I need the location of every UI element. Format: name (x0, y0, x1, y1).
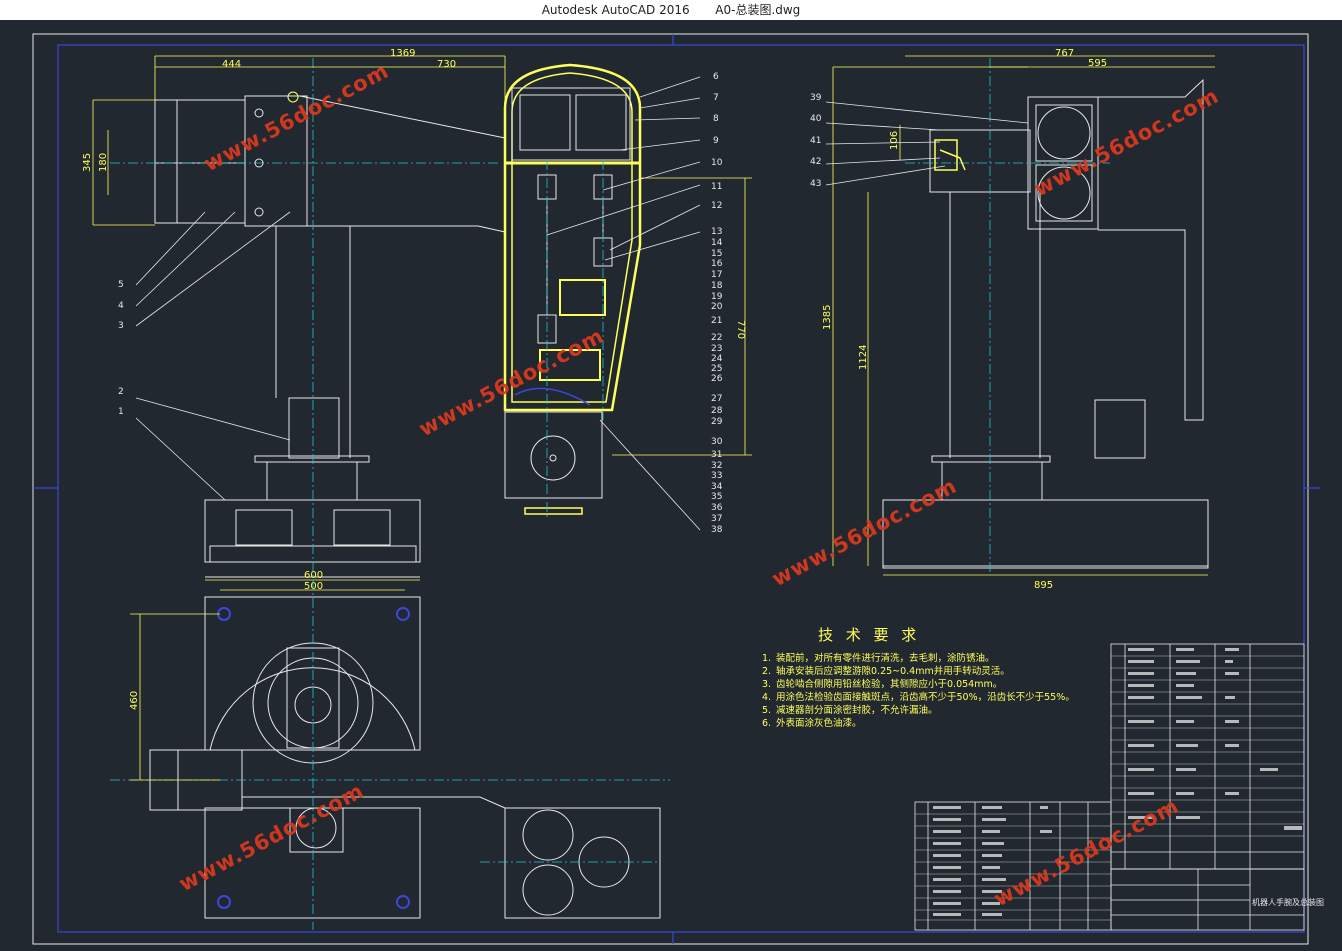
part-22: 22 (711, 333, 722, 343)
part-13: 13 (711, 227, 722, 237)
part-2: 2 (118, 387, 124, 397)
tech-item: 3. 齿轮啮合侧隙用铅丝检验，其侧隙应小于0.054mm。 (762, 679, 1003, 690)
dim-1369: 1369 (390, 48, 415, 59)
tech-item: 5. 减速器剖分面涂密封胶，不允许漏油。 (762, 705, 938, 716)
part-40: 40 (810, 114, 822, 124)
part-29: 29 (711, 417, 723, 427)
part-20: 20 (711, 302, 723, 312)
left-center-lines (110, 58, 500, 580)
tech-item: 1. 装配前，对所有零件进行清洗，去毛刺，涂防锈油。 (762, 653, 995, 664)
dim-444: 444 (222, 59, 241, 70)
part-32: 32 (711, 461, 722, 471)
part-3: 3 (118, 321, 124, 331)
part-36: 36 (711, 503, 723, 513)
tech-requirements-title: 技 术 要 求 (818, 626, 921, 644)
left-part-numbers: 5 4 3 2 1 (118, 280, 124, 417)
dim-345: 345 (82, 153, 93, 172)
tech-item: 6. 外表面涂灰色油漆。 (762, 718, 862, 729)
part-23: 23 (711, 344, 722, 354)
part-42: 42 (810, 157, 821, 167)
drawing-name: 机器人手腕及总装图 (1252, 897, 1324, 907)
part-16: 16 (711, 259, 723, 269)
part-25: 25 (711, 364, 722, 374)
dim-500: 500 (304, 581, 323, 592)
part-12: 12 (711, 201, 722, 211)
part-41: 41 (810, 136, 821, 146)
part-37: 37 (711, 514, 722, 524)
part-7: 7 (713, 93, 719, 103)
window-title-bar: Autodesk AutoCAD 2016 A0-总装图.dwg (0, 0, 1342, 20)
part-27: 27 (711, 394, 722, 404)
part-26: 26 (711, 374, 723, 384)
part-38: 38 (711, 525, 723, 535)
part-39: 39 (810, 93, 822, 103)
part-5: 5 (118, 280, 124, 290)
right-part-numbers: 39 40 41 42 43 (810, 93, 822, 189)
part-11: 11 (711, 182, 722, 192)
dim-460: 460 (129, 691, 140, 710)
part-28: 28 (711, 406, 723, 416)
file-name: A0-总装图.dwg (715, 3, 801, 17)
right-leaders (825, 101, 1029, 186)
part-34: 34 (711, 482, 723, 492)
dim-595: 595 (1088, 58, 1107, 69)
right-dim-text: 767 595 106 1385 1124 895 (822, 48, 1107, 591)
part-35: 35 (711, 492, 722, 502)
part-14: 14 (711, 238, 723, 248)
dim-106: 106 (889, 131, 900, 150)
tech-item: 4. 用涂色法检验齿面接触斑点，沿齿高不少于50%，沿齿长不少于55%。 (762, 692, 1075, 703)
tech-item: 2. 轴承安装后应调整游隙0.25~0.4mm并用手转动灵活。 (762, 666, 1010, 677)
dim-600: 600 (304, 570, 323, 581)
dim-730: 730 (437, 59, 456, 70)
middle-dimensions (612, 177, 752, 456)
dim-895: 895 (1034, 580, 1053, 591)
dim-770: 770 (735, 320, 746, 339)
part-18: 18 (711, 281, 723, 291)
dim-1385: 1385 (822, 305, 833, 330)
part-6: 6 (713, 72, 719, 82)
app-name: Autodesk AutoCAD 2016 (541, 3, 690, 17)
part-24: 24 (711, 354, 723, 364)
part-15: 15 (711, 249, 722, 259)
left-leaders (135, 211, 291, 501)
plan-dimensions (130, 613, 220, 781)
drawing-canvas[interactable]: 1369 444 730 345 180 600 500 5 4 3 2 1 7… (0, 20, 1342, 951)
part-17: 17 (711, 270, 722, 280)
part-4: 4 (118, 301, 124, 311)
part-33: 33 (711, 471, 722, 481)
part-43: 43 (810, 179, 821, 189)
part-19: 19 (711, 292, 723, 302)
middle-section-view (503, 63, 642, 515)
part-21: 21 (711, 316, 722, 326)
dim-180: 180 (98, 153, 109, 172)
dim-767: 767 (1055, 48, 1074, 59)
middle-part-numbers: 6 7 8 9 10 11 12 13 14 15 16 17 18 19 20… (711, 72, 723, 535)
right-detail (934, 139, 966, 171)
part-30: 30 (711, 437, 723, 447)
dim-1124: 1124 (858, 345, 869, 370)
part-8: 8 (713, 114, 719, 124)
part-10: 10 (711, 158, 723, 168)
part-31: 31 (711, 450, 722, 460)
part-9: 9 (713, 136, 719, 146)
part-1: 1 (118, 407, 124, 417)
